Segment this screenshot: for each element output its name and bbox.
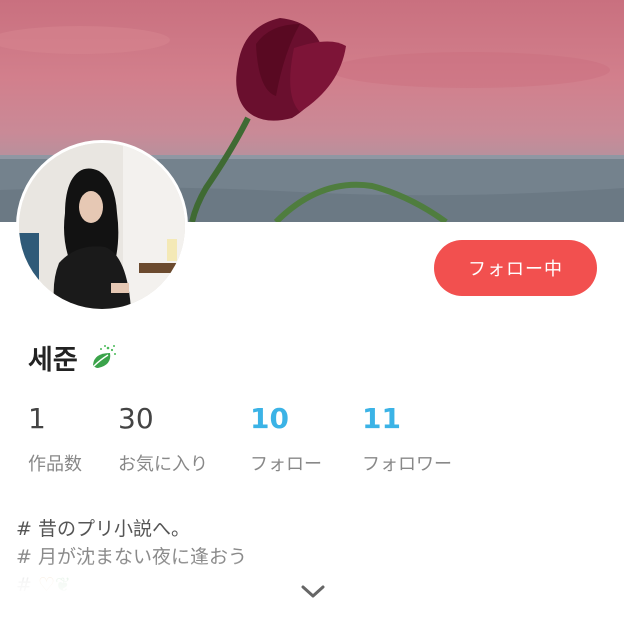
bio-line: # 昔のプリ小説へ。 (16, 518, 190, 540)
stat-following-label: フォロー (250, 454, 322, 475)
avatar[interactable] (16, 140, 188, 312)
stat-favorites-count: 30 (118, 402, 154, 435)
stat-favorites-label: お気に入り (118, 454, 208, 475)
avatar-photo (19, 143, 185, 309)
stat-works-count: 1 (28, 402, 46, 435)
following-button[interactable]: フォロー中 (434, 240, 597, 296)
stat-favorites[interactable]: 30 お気に入り (118, 402, 208, 476)
stat-followers-label: フォロワー (362, 454, 452, 475)
stat-followers-count: 11 (362, 402, 401, 435)
stat-followers[interactable]: 11 フォロワー (362, 402, 452, 476)
chevron-down-icon[interactable] (300, 584, 326, 600)
leaf-icon (92, 344, 116, 368)
stat-following-count: 10 (250, 402, 289, 435)
stat-following[interactable]: 10 フォロー (250, 402, 322, 476)
profile-name: 세준 (28, 345, 78, 376)
stat-works-label: 作品数 (28, 454, 82, 475)
profile-name-row: 세준 (28, 338, 118, 377)
stat-works[interactable]: 1 作品数 (28, 402, 82, 476)
